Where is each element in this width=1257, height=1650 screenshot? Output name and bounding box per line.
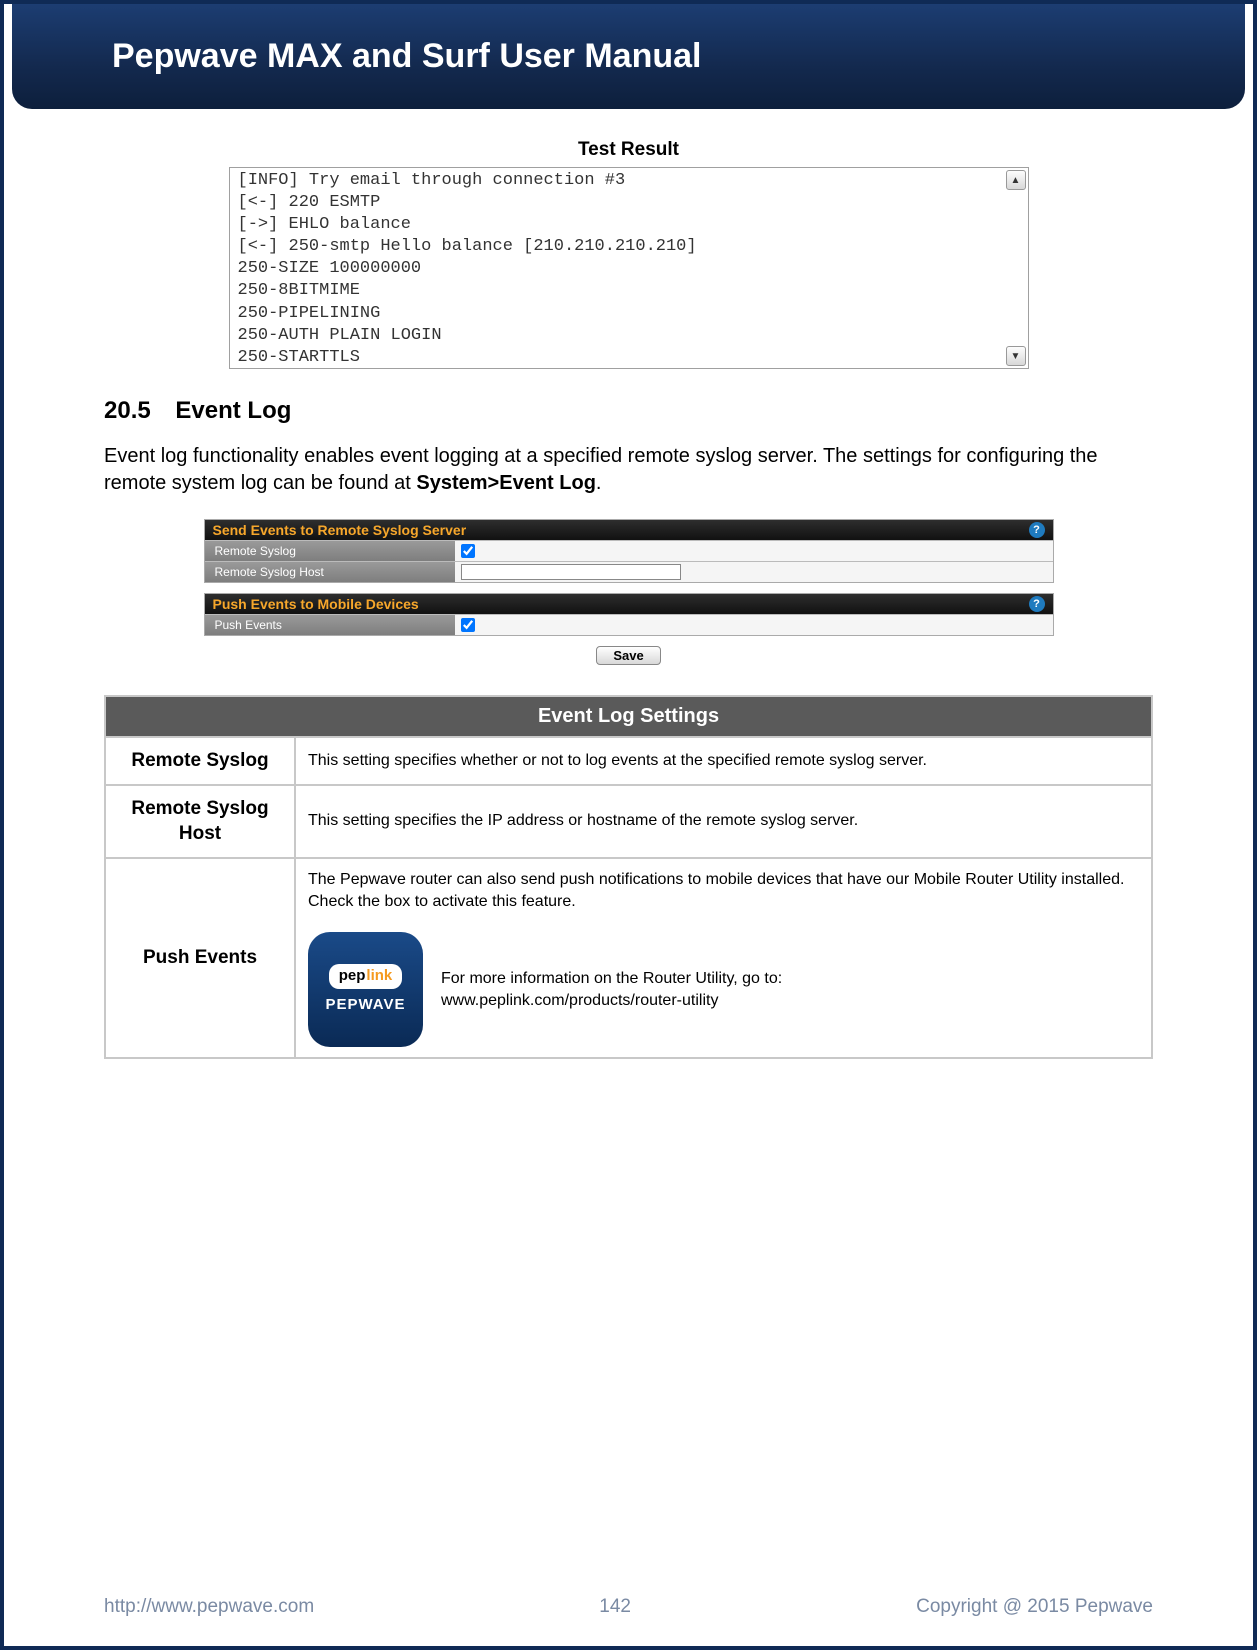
event-log-settings-table: Event Log Settings Remote Syslog This se… [104,695,1153,1059]
para-suffix: . [596,472,602,494]
table-row: Push Events The Pepwave router can also … [105,858,1152,1058]
test-result-heading: Test Result [104,139,1153,161]
setting-name: Remote Syslog Host [105,785,295,858]
scroll-up-button[interactable]: ▲ [1006,170,1026,190]
setting-desc: This setting specifies the IP address or… [295,785,1152,858]
footer-copyright: Copyright @ 2015 Pepwave [916,1596,1153,1618]
section-title: Event Log [175,397,291,424]
cfg-value [455,541,1053,561]
cfg-row-push-events: Push Events [205,614,1053,635]
push-desc-2: For more information on the Router Utili… [441,968,782,1011]
router-utility-app-icon: peplink PEPWAVE [308,932,423,1047]
scroll-down-button[interactable]: ▼ [1006,346,1026,366]
peplink-logo: peplink [329,964,403,988]
setting-desc-push: The Pepwave router can also send push no… [295,858,1152,1058]
save-wrap: Save [104,646,1153,665]
cfg-value [455,562,1053,582]
cfg-panel-title: Send Events to Remote Syslog Server [213,522,467,538]
section-paragraph: Event log functionality enables event lo… [104,443,1153,497]
push-desc-1: The Pepwave router can also send push no… [308,869,1139,912]
remote-syslog-checkbox[interactable] [461,544,475,558]
page-frame: Pepwave MAX and Surf User Manual Test Re… [0,0,1257,1650]
page-title: Pepwave MAX and Surf User Manual [112,37,702,76]
cfg-panel-header: Push Events to Mobile Devices ? [205,594,1053,614]
test-result-log: [INFO] Try email through connection #3 [… [230,168,1028,368]
cfg-panel-title: Push Events to Mobile Devices [213,596,419,612]
settings-table-title: Event Log Settings [105,696,1152,737]
test-result-box: [INFO] Try email through connection #3 [… [229,167,1029,369]
cfg-row-remote-syslog: Remote Syslog [205,540,1053,561]
section-number: 20.5 [104,397,151,425]
router-utility-link[interactable]: www.peplink.com/products/router-utility [441,990,782,1012]
setting-name: Push Events [105,858,295,1058]
setting-name: Remote Syslog [105,737,295,785]
cfg-label: Push Events [205,615,455,635]
cfg-panel-header: Send Events to Remote Syslog Server ? [205,520,1053,540]
content-area: Test Result [INFO] Try email through con… [4,109,1253,1059]
breadcrumb-path: System>Event Log [416,472,596,494]
table-row: Remote Syslog Host This setting specifie… [105,785,1152,858]
pepwave-logo-text: PEPWAVE [325,995,405,1015]
page-footer: http://www.pepwave.com 142 Copyright @ 2… [4,1596,1253,1618]
cfg-panel-push: Push Events to Mobile Devices ? Push Eve… [204,593,1054,636]
setting-desc: This setting specifies whether or not to… [295,737,1152,785]
footer-url: http://www.pepwave.com [104,1596,314,1618]
remote-syslog-host-input[interactable] [461,564,681,580]
cfg-value [455,615,1053,635]
cfg-panel-syslog: Send Events to Remote Syslog Server ? Re… [204,519,1054,583]
section-heading: 20.5 Event Log [104,397,1153,425]
cfg-label: Remote Syslog Host [205,562,455,582]
header-band: Pepwave MAX and Surf User Manual [12,4,1245,109]
push-events-checkbox[interactable] [461,618,475,632]
save-button[interactable]: Save [596,646,660,665]
cfg-row-remote-syslog-host: Remote Syslog Host [205,561,1053,582]
footer-page-number: 142 [314,1596,916,1618]
table-row: Remote Syslog This setting specifies whe… [105,737,1152,785]
help-icon[interactable]: ? [1029,522,1045,538]
cfg-label: Remote Syslog [205,541,455,561]
help-icon[interactable]: ? [1029,596,1045,612]
